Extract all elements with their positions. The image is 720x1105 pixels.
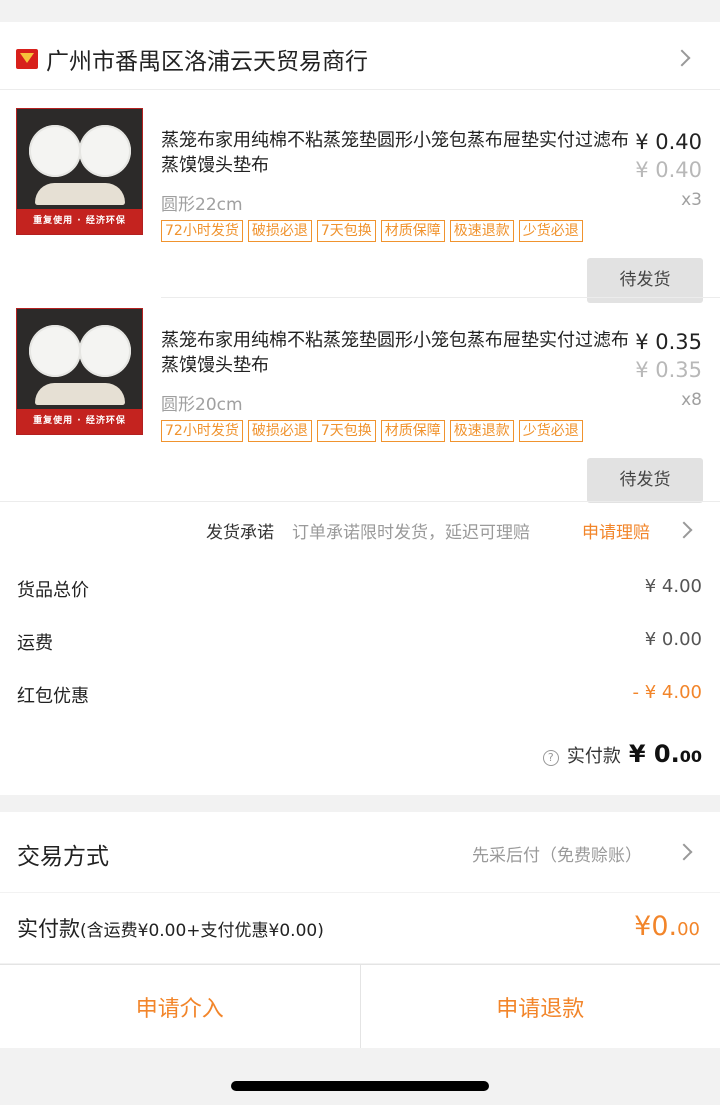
service-tag: 材质保障 [380, 220, 445, 242]
service-tag: 极速退款 [449, 420, 514, 442]
service-tag: 极速退款 [449, 220, 514, 242]
promise-description: 订单承诺限时发货，延迟可理赔 [292, 523, 530, 543]
home-indicator[interactable] [231, 1081, 489, 1091]
service-tag: 材质保障 [380, 420, 445, 442]
promise-label: 发货承诺 [206, 523, 274, 543]
status-button[interactable]: 待发货 [587, 458, 703, 503]
trade-method-label: 交易方式 [17, 844, 109, 870]
product-quantity: x3 [681, 190, 702, 210]
trade-method-row[interactable]: 交易方式 先采后付（免费赊账） [0, 812, 720, 892]
refund-button[interactable]: 申请退款 [359, 965, 720, 1048]
product-spec: 圆形20cm [161, 395, 243, 415]
total-paid-int: ¥0. [634, 911, 678, 942]
shipping-value: ¥ 0.00 [644, 629, 702, 650]
product-quantity: x8 [681, 390, 702, 410]
claim-link[interactable]: 申请理赔 [582, 518, 650, 543]
total-paid-value: ¥0.00 [634, 911, 700, 942]
delivery-promise-row[interactable]: 发货承诺 订单承诺限时发货，延迟可理赔 申请理赔 [0, 501, 720, 555]
service-tags: 72小时发货 破损必退 7天包换 材质保障 极速退款 少货必退 [161, 220, 583, 242]
service-tag: 破损必退 [247, 220, 312, 242]
paid-amount: ¥ 0.00 [629, 740, 702, 768]
service-tag: 少货必退 [518, 420, 583, 442]
action-bar: 申请介入 申请退款 [0, 964, 720, 1048]
coupon-row: 红包优惠 - ¥ 4.00 [0, 674, 720, 714]
divider [161, 297, 720, 298]
product-original-price: ¥ 0.35 [635, 358, 702, 382]
product-image-steamer [35, 183, 125, 205]
product-image-mat-right [79, 325, 131, 377]
paid-amount-row: ? 实付款 ¥ 0.00 [542, 740, 702, 776]
goods-total-label: 货品总价 [17, 580, 89, 601]
paid-currency: ¥ [628, 740, 646, 768]
service-tag: 7天包换 [316, 420, 376, 442]
product-image-banner: 重复使用 · 经济环保 [17, 409, 142, 434]
coupon-value: - ¥ 4.00 [632, 682, 702, 703]
order-card: 广州市番禺区洛浦云天贸易商行 重复使用 · 经济环保 蒸笼布家用纯棉不粘蒸笼垫圆… [0, 22, 720, 795]
product-price: ¥ 0.40 [635, 130, 702, 154]
chevron-right-icon [675, 843, 693, 861]
goods-total-value: ¥ 4.00 [644, 576, 702, 597]
order-item[interactable]: 重复使用 · 经济环保 蒸笼布家用纯棉不粘蒸笼垫圆形小笼包蒸布屉垫实付过滤布蒸馍… [0, 108, 720, 308]
chevron-right-icon [675, 521, 693, 539]
total-paid-breakdown: (含运费¥0.00+支付优惠¥0.00) [80, 921, 324, 941]
total-paid-dec: 00 [677, 919, 700, 940]
total-paid-row: 实付款(含运费¥0.00+支付优惠¥0.00) ¥0.00 [0, 893, 720, 963]
goods-total-row: 货品总价 ¥ 4.00 [0, 568, 720, 608]
product-image-mat-right [79, 125, 131, 177]
chevron-right-icon [673, 49, 691, 67]
service-tags: 72小时发货 破损必退 7天包换 材质保障 极速退款 少货必退 [161, 420, 583, 442]
product-image[interactable]: 重复使用 · 经济环保 [16, 108, 143, 235]
product-title[interactable]: 蒸笼布家用纯棉不粘蒸笼垫圆形小笼包蒸布屉垫实付过滤布蒸馍馒头垫布 [161, 128, 631, 178]
product-image-steamer [35, 383, 125, 405]
paid-label: 实付款 [566, 746, 621, 767]
product-spec: 圆形22cm [161, 195, 243, 215]
total-paid-label: 实付款(含运费¥0.00+支付优惠¥0.00) [17, 913, 324, 943]
service-tag: 破损必退 [247, 420, 312, 442]
paid-int: 0. [653, 740, 680, 768]
coupon-label: 红包优惠 [17, 686, 89, 707]
trade-method-value: 先采后付（免费赊账） [472, 846, 642, 866]
help-icon[interactable]: ? [542, 750, 559, 766]
intervene-button[interactable]: 申请介入 [0, 965, 360, 1048]
service-tag: 72小时发货 [161, 420, 243, 442]
product-image-mat-left [29, 125, 81, 177]
service-tag: 少货必退 [518, 220, 583, 242]
product-image[interactable]: 重复使用 · 经济环保 [16, 308, 143, 435]
service-tag: 7天包换 [316, 220, 376, 242]
shipping-row: 运费 ¥ 0.00 [0, 621, 720, 661]
service-tag: 72小时发货 [161, 220, 243, 242]
product-original-price: ¥ 0.40 [635, 158, 702, 182]
paid-dec: 00 [679, 747, 702, 766]
shipping-label: 运费 [17, 633, 53, 654]
product-image-banner: 重复使用 · 经济环保 [17, 209, 142, 234]
shop-header[interactable]: 广州市番禺区洛浦云天贸易商行 [0, 22, 720, 90]
shop-name: 广州市番禺区洛浦云天贸易商行 [46, 49, 368, 75]
product-title[interactable]: 蒸笼布家用纯棉不粘蒸笼垫圆形小笼包蒸布屉垫实付过滤布蒸馍馒头垫布 [161, 328, 631, 378]
shop-icon [16, 49, 38, 69]
order-item[interactable]: 重复使用 · 经济环保 蒸笼布家用纯棉不粘蒸笼垫圆形小笼包蒸布屉垫实付过滤布蒸馍… [0, 308, 720, 508]
product-price: ¥ 0.35 [635, 330, 702, 354]
product-image-mat-left [29, 325, 81, 377]
total-paid-label-main: 实付款 [17, 917, 80, 941]
